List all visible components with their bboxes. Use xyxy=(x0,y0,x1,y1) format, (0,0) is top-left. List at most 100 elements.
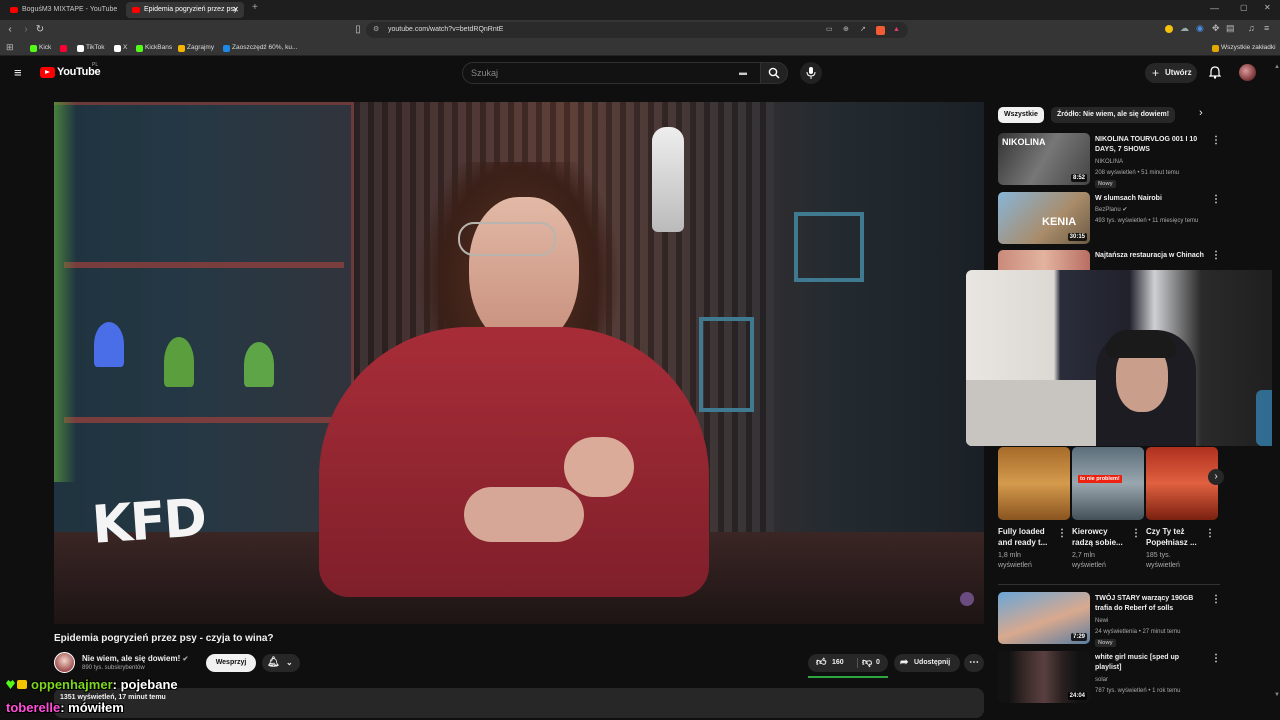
channel-name[interactable]: BezPlanu ✔ xyxy=(1095,205,1127,215)
more-options-icon[interactable]: ⋮ xyxy=(1057,528,1067,540)
video-title[interactable]: TWÓJ STARY warzący 190GB trafia do Reber… xyxy=(1095,594,1207,614)
new-tab-icon[interactable]: + xyxy=(252,2,258,13)
notifications-button[interactable]: 🔔︎ ⌄ xyxy=(262,654,300,672)
subscriber-badge-icon xyxy=(17,680,27,689)
more-options-icon[interactable]: ⋮ xyxy=(1205,528,1215,540)
blue-plant xyxy=(94,322,124,367)
minimize-icon[interactable]: — xyxy=(1210,3,1219,13)
plus-icon: + xyxy=(1152,66,1160,80)
chips-next-icon[interactable]: › xyxy=(1199,107,1203,119)
page-scrollbar[interactable]: ▲ ▼ xyxy=(1272,56,1280,720)
maximize-icon[interactable]: ▢ xyxy=(1240,3,1248,12)
dislike-button[interactable]: 👎︎ 0 xyxy=(858,654,888,672)
description-box[interactable]: 1351 wyświetleń, 17 minut temu xyxy=(54,688,984,718)
chat-message: oppenhajmer: pojebane xyxy=(6,677,178,692)
short-thumbnail[interactable]: to nie problem! xyxy=(1072,447,1144,520)
more-options-icon[interactable]: ⋮ xyxy=(1211,594,1221,606)
extensions-puzzle-icon[interactable]: ✥ xyxy=(1212,23,1220,34)
apps-grid-icon[interactable]: ⊞ xyxy=(6,42,14,53)
more-options-icon[interactable]: ⋮ xyxy=(1211,135,1221,147)
browser-tab-active[interactable]: Epidemia pogryzień przez psy ✕ xyxy=(126,2,244,18)
bookmark-item[interactable]: Zagrajmy xyxy=(178,42,214,54)
tiktok-icon xyxy=(77,45,84,52)
video-title[interactable]: NIKOLINA TOURVLOG 001 I 10 DAYS, 7 SHOWS xyxy=(1095,135,1207,155)
video-title[interactable]: white girl music [sped up playlist] xyxy=(1095,653,1207,673)
video-thumbnail[interactable]: KENIA 30:15 xyxy=(998,192,1090,244)
keyboard-icon[interactable]: ▬ xyxy=(739,63,747,83)
sidebar-toggle-icon[interactable]: ▤ xyxy=(1226,23,1235,34)
zoom-icon[interactable]: ⊕ xyxy=(843,22,849,38)
presenter-hands xyxy=(464,487,584,542)
scroll-down-icon[interactable]: ▼ xyxy=(1274,692,1280,698)
all-bookmarks[interactable]: Wszystkie zakładki xyxy=(1212,42,1276,54)
short-title[interactable]: Kierowcy radzą sobie... xyxy=(1072,526,1130,548)
extension-icon[interactable]: ☁ xyxy=(1180,23,1189,34)
short-thumbnail[interactable] xyxy=(1146,447,1218,520)
share-icon[interactable]: ↗ xyxy=(860,22,866,38)
short-title[interactable]: Fully loaded and ready t... xyxy=(998,526,1056,548)
short-thumbnail[interactable] xyxy=(998,447,1070,520)
video-player[interactable]: KFD xyxy=(54,102,984,624)
channel-name[interactable]: solar xyxy=(1095,675,1108,685)
chip-source[interactable]: Źródło: Nie wiem, ale się dowiem! xyxy=(1051,107,1176,123)
search-button[interactable] xyxy=(760,62,788,84)
folder-icon xyxy=(1212,45,1219,52)
shorts-next-button[interactable]: › xyxy=(1208,469,1224,485)
bookmark-item[interactable]: Kick xyxy=(30,42,51,54)
streamer-hair xyxy=(1106,330,1176,358)
channel-avatar[interactable] xyxy=(54,652,75,673)
site-info-icon[interactable]: ⚙ xyxy=(373,22,379,38)
channel-name[interactable]: Newi xyxy=(1095,616,1108,626)
share-button[interactable]: ➦ Udostępnij xyxy=(894,654,960,672)
bookmark-icon[interactable]: ▯ xyxy=(352,24,364,36)
back-icon[interactable]: ‹ xyxy=(4,24,16,36)
youtube-logo-icon[interactable] xyxy=(40,67,55,78)
brave-shield-icon[interactable] xyxy=(876,26,885,35)
account-avatar[interactable] xyxy=(1239,64,1256,81)
extension-icon[interactable]: ◉ xyxy=(1196,23,1204,34)
more-actions-button[interactable]: ⋯ xyxy=(964,654,984,672)
thumbnail-text: to nie problem! xyxy=(1078,475,1122,483)
create-label: Utwórz xyxy=(1165,68,1192,77)
chip-all[interactable]: Wszystkie xyxy=(998,107,1044,123)
notifications-bell-icon[interactable] xyxy=(1209,66,1221,79)
bookmark-item[interactable]: Zaoszczędź 60%, ku... xyxy=(223,42,297,54)
forward-icon[interactable]: › xyxy=(20,24,32,36)
more-options-icon[interactable]: ⋮ xyxy=(1211,250,1221,262)
video-thumbnail[interactable]: NIKOLINA 8:52 xyxy=(998,133,1090,185)
short-title[interactable]: Czy Ty też Popełniasz ... xyxy=(1146,526,1204,548)
more-options-icon[interactable]: ⋮ xyxy=(1211,653,1221,665)
video-thumbnail[interactable]: 24:04 xyxy=(998,651,1090,703)
hamburger-menu-icon[interactable]: ≡ xyxy=(14,66,22,79)
like-button[interactable]: 👍︎ 160 xyxy=(808,654,858,672)
reload-icon[interactable]: ↻ xyxy=(34,24,46,36)
close-window-icon[interactable]: ✕ xyxy=(1264,3,1271,12)
new-badge: Nowy xyxy=(1095,639,1116,647)
bookmark-item[interactable]: KickBans xyxy=(136,42,172,54)
short-views: 185 tys. wyświetleń xyxy=(1146,552,1180,569)
video-title[interactable]: W slumsach Nairobi xyxy=(1095,194,1207,204)
extension-icon[interactable] xyxy=(1165,25,1173,33)
video-thumbnail[interactable] xyxy=(998,250,1090,270)
channel-name[interactable]: Nie wiem, ale się dowiem! ✔ xyxy=(82,654,188,663)
voice-search-button[interactable] xyxy=(800,62,822,84)
support-button[interactable]: Wesprzyj xyxy=(206,654,256,672)
menu-icon[interactable]: ≡ xyxy=(1264,23,1269,33)
close-tab-icon[interactable]: ✕ xyxy=(232,2,239,18)
search-input[interactable]: Szukaj ▬ xyxy=(462,62,762,84)
browser-tab[interactable]: BoguśM3 MIXTAPE - YouTube xyxy=(4,2,122,18)
video-thumbnail[interactable]: 7:29 xyxy=(998,592,1090,644)
url-input[interactable]: ⚙ youtube.com/watch?v=betdRQnRntE ▭ ⊕ ↗ … xyxy=(366,22,908,38)
cast-icon[interactable]: ▭ xyxy=(826,22,833,38)
bookmark-item[interactable]: X xyxy=(114,42,127,54)
rewards-icon[interactable]: ▲ xyxy=(893,22,900,38)
scroll-up-icon[interactable]: ▲ xyxy=(1274,64,1280,70)
video-title[interactable]: Najtańsza restauracja w Chinach xyxy=(1095,251,1207,261)
more-options-icon[interactable]: ⋮ xyxy=(1211,194,1221,206)
create-button[interactable]: + Utwórz xyxy=(1145,63,1197,83)
channel-name[interactable]: NIKOLINA xyxy=(1095,157,1123,167)
bookmark-item[interactable]: TikTok xyxy=(77,42,105,54)
channel-watermark-icon[interactable] xyxy=(960,592,974,606)
more-options-icon[interactable]: ⋮ xyxy=(1131,528,1141,540)
media-icon[interactable]: ♫ xyxy=(1248,23,1255,33)
